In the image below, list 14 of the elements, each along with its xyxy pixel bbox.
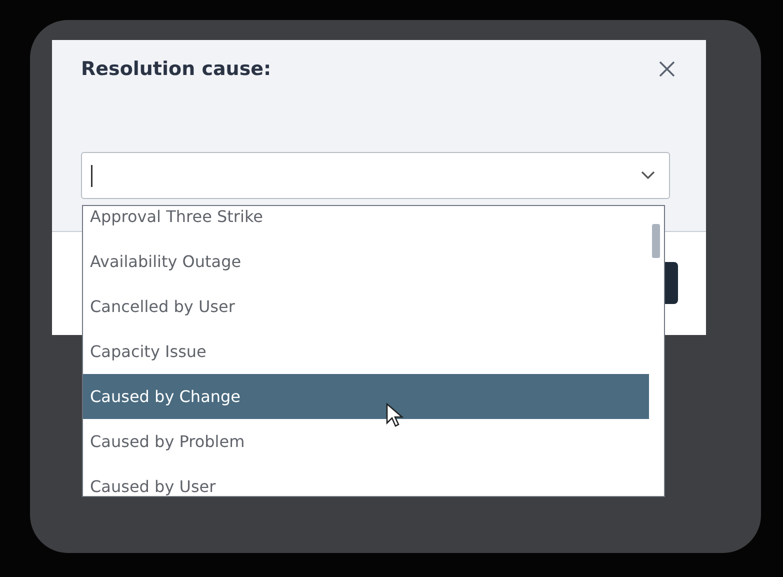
close-icon [658,60,676,78]
dialog-title: Resolution cause: [81,58,272,80]
mouse-pointer-icon [386,403,404,429]
scrollbar-thumb[interactable] [652,224,660,258]
text-cursor-icon [91,164,93,186]
dropdown-option[interactable]: Caused by Problem [83,419,649,464]
select-field[interactable] [81,152,670,199]
dropdown-option[interactable]: Capacity Issue [83,329,649,374]
chevron-down-icon [641,171,655,180]
dropdown-option[interactable]: Caused by Change [83,374,649,419]
dropdown-option[interactable]: Cancelled by User [83,284,649,329]
dropdown-option[interactable]: Caused by User [83,464,649,496]
dropdown-option[interactable]: Availability Outage [83,239,649,284]
dropdown-option[interactable]: Approval Three Strike [83,206,649,239]
